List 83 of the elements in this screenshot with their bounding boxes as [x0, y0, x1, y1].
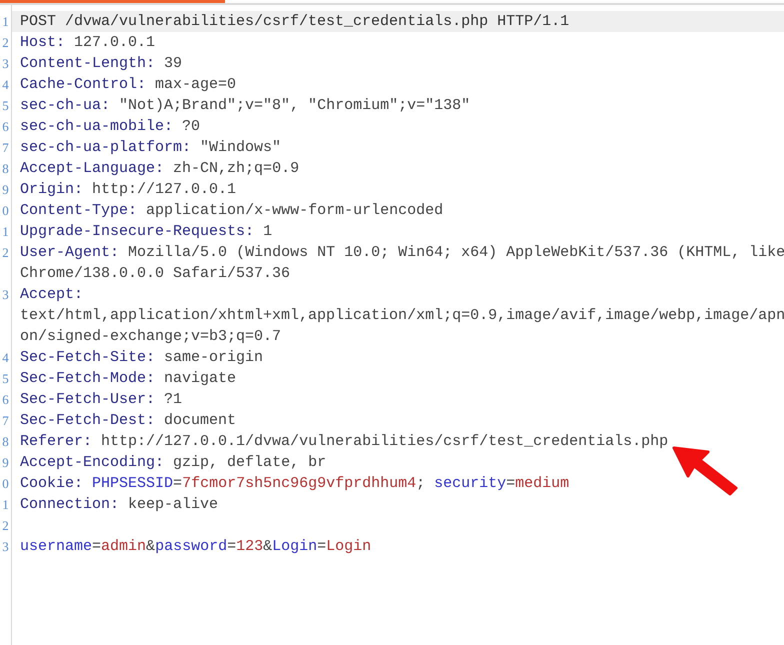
line-number: 3	[2, 286, 9, 304]
parameter-value: Login	[326, 538, 372, 555]
line-number: 6	[2, 391, 9, 409]
header-value: Mozilla/5.0 (Windows NT 10.0; Win64; x64) AppleWebKit/537.36 (KHTML, like	[128, 244, 784, 261]
header-name: Cache-Control:	[20, 76, 146, 93]
header-name: sec-ch-ua-mobile:	[20, 118, 174, 135]
header-value: 1	[263, 223, 272, 240]
parameter-value: 123	[236, 538, 264, 555]
header-value: "Not)A;Brand";v="8", "Chromium";v="138"	[119, 97, 470, 114]
header-name: sec-ch-ua-platform:	[20, 139, 192, 156]
header-name: Content-Length:	[20, 55, 156, 72]
line-number: 2	[2, 244, 9, 262]
equals-sign: =	[173, 475, 182, 492]
separator: ;	[416, 475, 426, 492]
header-name: Referer:	[20, 433, 92, 450]
line-number: 4	[2, 349, 9, 367]
header-value: application/x-www-form-urlencoded	[146, 202, 444, 219]
header-name: Origin:	[20, 181, 84, 198]
header-name: Connection:	[20, 496, 120, 513]
line-number: 7	[2, 139, 9, 157]
equals-sign: =	[317, 538, 326, 555]
line-number: 2	[2, 34, 9, 52]
header-value: text/html,application/xhtml+xml,application/xml;q=0.9,image/avif,image/webp,image/apn	[20, 307, 784, 324]
header-value: 127.0.0.1	[74, 34, 156, 51]
parameter-name: password	[155, 538, 228, 555]
line-number: 8	[2, 433, 9, 451]
header-value: navigate	[164, 370, 236, 387]
header-value: max-age=0	[155, 76, 236, 93]
header-name: Host:	[20, 34, 66, 51]
line-number: 5	[2, 97, 9, 115]
header-name: Accept:	[20, 286, 84, 303]
line-number: 0	[2, 475, 9, 493]
header-name: Accept-Language:	[20, 160, 164, 177]
header-name: User-Agent:	[20, 244, 120, 261]
line-number: 9	[2, 181, 9, 199]
parameter-name: Login	[272, 538, 318, 555]
header-name: Upgrade-Insecure-Requests:	[20, 223, 254, 240]
header-value: "Windows"	[200, 139, 282, 156]
header-value: http://127.0.0.1	[92, 181, 236, 198]
header-name: Cookie:	[20, 475, 84, 492]
header-name: Content-Type:	[20, 202, 138, 219]
parameter-name: PHPSESSID	[92, 475, 174, 492]
equals-sign: =	[227, 538, 236, 555]
parameter-value: medium	[515, 475, 570, 492]
header-name: Sec-Fetch-Mode:	[20, 370, 156, 387]
line-number: 6	[2, 118, 9, 136]
header-value: document	[164, 412, 236, 429]
header-value: same-origin	[164, 349, 264, 366]
parameter-value: admin	[101, 538, 146, 555]
equals-sign: =	[506, 475, 516, 492]
header-value: keep-alive	[128, 496, 218, 513]
header-name: Sec-Fetch-Site:	[20, 349, 156, 366]
equals-sign: =	[92, 538, 102, 555]
header-name: Sec-Fetch-Dest:	[20, 412, 156, 429]
line-number: 3	[2, 55, 9, 73]
line-number: 1	[2, 13, 9, 31]
line-number: 9	[2, 454, 9, 472]
line-number: 8	[2, 160, 9, 178]
parameter-value: 7fcmor7sh5nc96g9vfprdhhum4	[182, 475, 416, 492]
header-value: gzip, deflate, br	[173, 454, 326, 471]
line-number: 2	[2, 517, 9, 535]
request-line: POST /dvwa/vulnerabilities/csrf/test_credentials.php HTTP/1.1	[20, 13, 570, 30]
separator: &	[146, 538, 156, 555]
header-value: on/signed-exchange;v=b3;q=0.7	[20, 328, 282, 345]
line-number: 0	[2, 202, 9, 220]
header-name: Sec-Fetch-User:	[20, 391, 156, 408]
header-value: Chrome/138.0.0.0 Safari/537.36	[20, 265, 290, 282]
line-number: 5	[2, 370, 9, 388]
header-value: http://127.0.0.1/dvwa/vulnerabilities/csrf/test_credentials.php	[101, 433, 668, 450]
line-number: 3	[2, 538, 9, 556]
header-value: 39	[164, 55, 182, 72]
header-value: ?0	[182, 118, 200, 135]
line-number: 1	[2, 223, 9, 241]
line-number: 1	[2, 496, 9, 514]
line-number: 4	[2, 76, 9, 94]
parameter-name: username	[20, 538, 92, 555]
separator: &	[263, 538, 272, 555]
header-value: ?1	[164, 391, 182, 408]
header-name: Accept-Encoding:	[20, 454, 164, 471]
header-value: zh-CN,zh;q=0.9	[173, 160, 300, 177]
header-name: sec-ch-ua:	[20, 97, 110, 114]
line-number: 7	[2, 412, 9, 430]
parameter-name: security	[434, 475, 506, 492]
